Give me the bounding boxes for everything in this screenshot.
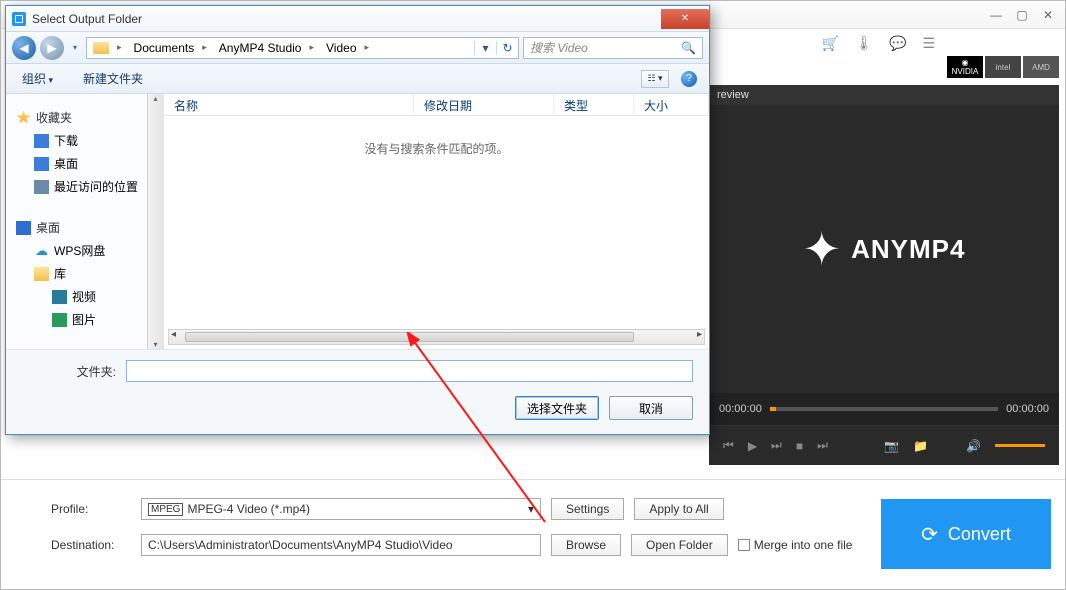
cancel-button[interactable]: 取消: [609, 396, 693, 420]
nvidia-badge: ◉NVIDIA: [947, 56, 983, 78]
folder-icon[interactable]: 📁: [913, 439, 928, 453]
amd-badge: AMD: [1023, 56, 1059, 78]
preview-panel: review ✦ ANYMP4 00:00:00 00:00:00 ⏮ ▶ ⏭ …: [709, 85, 1059, 465]
profile-combo[interactable]: MPEGMPEG-4 Video (*.mp4) ▾: [141, 498, 541, 520]
crumb-anymp4[interactable]: AnyMP4 Studio: [213, 38, 320, 58]
search-placeholder: 搜索 Video: [530, 39, 588, 56]
tree-pictures[interactable]: 图片: [12, 308, 163, 331]
app-minimize-button[interactable]: [985, 7, 1007, 23]
dialog-toolbar: 组织 新建文件夹 ☷ ▾ ?: [6, 64, 709, 94]
organize-menu[interactable]: 组织: [18, 68, 57, 89]
tree-favorites[interactable]: 收藏夹: [12, 106, 163, 129]
cart-icon[interactable]: 🛒: [822, 35, 839, 52]
thermometer-icon[interactable]: 🌡: [855, 35, 873, 52]
time-total: 00:00:00: [1006, 403, 1049, 415]
col-name[interactable]: 名称: [164, 94, 414, 115]
chat-icon[interactable]: 💬: [889, 35, 906, 52]
help-icon[interactable]: ?: [681, 71, 697, 87]
profile-label: Profile:: [51, 502, 131, 516]
vendor-badges: ◉NVIDIA intel AMD: [947, 56, 1059, 78]
top-toolbar-icons: 🛒 🌡 💬 ☰: [822, 35, 935, 52]
col-type[interactable]: 类型: [554, 94, 634, 115]
folder-field-label: 文件夹:: [22, 363, 116, 380]
dialog-footer: 文件夹: 选择文件夹 取消: [6, 349, 709, 434]
tree-scrollbar[interactable]: [147, 94, 163, 349]
convert-button[interactable]: Convert: [881, 499, 1051, 569]
new-folder-button[interactable]: 新建文件夹: [79, 68, 147, 89]
dialog-title: Select Output Folder: [32, 12, 142, 26]
dialog-titlebar: Select Output Folder ✕: [6, 6, 709, 32]
progress-bar[interactable]: [770, 407, 998, 411]
next-icon[interactable]: ⏭: [817, 438, 828, 453]
select-folder-button[interactable]: 选择文件夹: [515, 396, 599, 420]
col-date[interactable]: 修改日期: [414, 94, 554, 115]
tree-downloads[interactable]: 下载: [12, 129, 163, 152]
breadcrumb[interactable]: Documents AnyMP4 Studio Video ▾ ↻: [86, 37, 519, 59]
select-folder-dialog: Select Output Folder ✕ ◀ ▶ ▾ Documents A…: [5, 5, 710, 435]
settings-button[interactable]: Settings: [551, 498, 624, 520]
apply-all-button[interactable]: Apply to All: [634, 498, 723, 520]
app-icon: [12, 12, 26, 26]
view-mode-button[interactable]: ☷ ▾: [641, 70, 669, 88]
brand-text: ANYMP4: [851, 234, 965, 265]
prev-icon[interactable]: ⏮: [723, 438, 734, 453]
bottom-panel: Profile: MPEGMPEG-4 Video (*.mp4) ▾ Sett…: [1, 479, 1065, 589]
tree-library[interactable]: 库: [12, 262, 163, 285]
open-folder-button[interactable]: Open Folder: [631, 534, 728, 556]
folder-name-input[interactable]: [126, 360, 693, 382]
dialog-nav: ◀ ▶ ▾ Documents AnyMP4 Studio Video ▾ ↻ …: [6, 32, 709, 64]
nav-forward-button[interactable]: ▶: [40, 36, 64, 60]
destination-field[interactable]: C:\Users\Administrator\Documents\AnyMP4 …: [141, 534, 541, 556]
tree-desktop[interactable]: 桌面: [12, 152, 163, 175]
dialog-close-button[interactable]: ✕: [661, 9, 709, 29]
nav-history-dropdown[interactable]: ▾: [68, 43, 82, 52]
preview-controls: ⏮ ▶ ⏭ ■ ⏭ 📷 📁 🔊: [709, 425, 1059, 465]
snapshot-icon[interactable]: 📷: [884, 439, 899, 453]
intel-badge: intel: [985, 56, 1021, 78]
time-elapsed: 00:00:00: [719, 403, 762, 415]
nav-back-button[interactable]: ◀: [12, 36, 36, 60]
crumb-dropdown-icon[interactable]: ▾: [474, 41, 496, 55]
preview-header: review: [709, 85, 1059, 105]
brand-flame-icon: ✦: [803, 222, 842, 276]
merge-checkbox[interactable]: Merge into one file: [738, 538, 853, 552]
folder-icon: [93, 42, 109, 54]
refresh-icon[interactable]: ↻: [496, 41, 518, 55]
browse-button[interactable]: Browse: [551, 534, 621, 556]
list-header: 名称 修改日期 类型 大小: [164, 94, 709, 116]
search-input[interactable]: 搜索 Video 🔍: [523, 37, 703, 59]
horizontal-scrollbar[interactable]: [168, 329, 705, 345]
tree-videos[interactable]: 视频: [12, 285, 163, 308]
tree-recent[interactable]: 最近访问的位置: [12, 175, 163, 198]
menu-icon[interactable]: ☰: [922, 35, 935, 52]
ffwd-icon[interactable]: ⏭: [771, 438, 782, 453]
search-icon[interactable]: 🔍: [681, 41, 696, 55]
app-maximize-button[interactable]: [1011, 7, 1033, 23]
preview-body: ✦ ANYMP4: [709, 105, 1059, 393]
tree-wps[interactable]: ☁WPS网盘: [12, 239, 163, 262]
volume-icon[interactable]: 🔊: [966, 439, 981, 453]
tree-desktop-group[interactable]: 桌面: [12, 216, 163, 239]
play-icon[interactable]: ▶: [748, 439, 757, 453]
crumb-video[interactable]: Video: [320, 38, 375, 58]
empty-message: 没有与搜索条件匹配的项。: [164, 116, 709, 157]
crumb-documents[interactable]: Documents: [128, 38, 213, 58]
destination-label: Destination:: [51, 538, 131, 552]
chevron-down-icon: ▾: [528, 502, 534, 516]
folder-tree: 收藏夹 下载 桌面 最近访问的位置 桌面 ☁WPS网盘 库 视频 图片: [6, 94, 164, 349]
file-list: 名称 修改日期 类型 大小 没有与搜索条件匹配的项。: [164, 94, 709, 349]
app-close-button[interactable]: [1037, 7, 1059, 23]
preview-progress: 00:00:00 00:00:00: [709, 393, 1059, 425]
col-size[interactable]: 大小: [634, 94, 709, 115]
stop-icon[interactable]: ■: [796, 439, 803, 453]
volume-slider[interactable]: [995, 444, 1045, 447]
checkbox-icon: [738, 539, 750, 551]
